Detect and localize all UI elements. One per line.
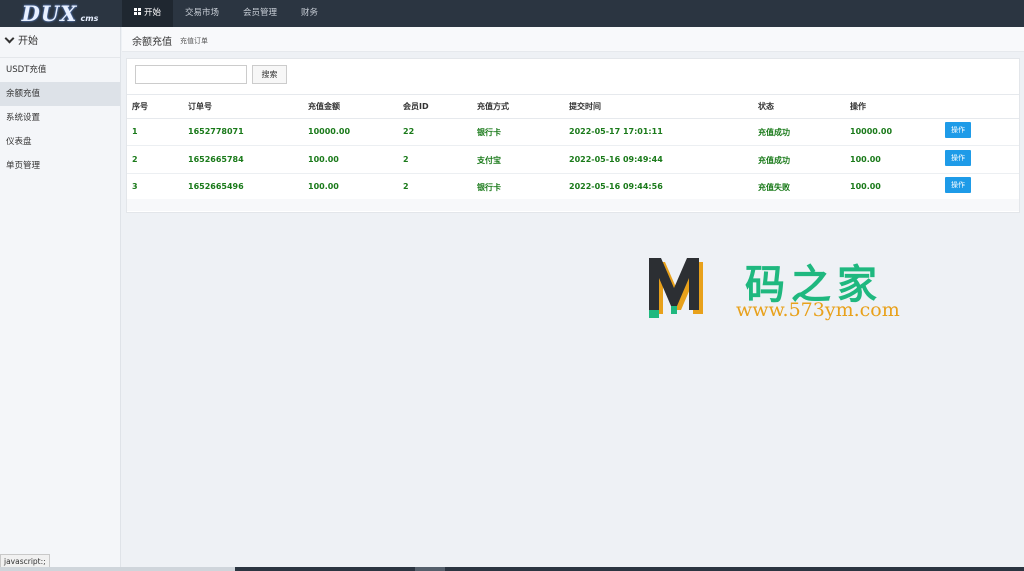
column-header: 充值金额 xyxy=(308,102,340,111)
sidebar-item-usdt-recharge[interactable]: USDT充值 xyxy=(0,58,120,82)
page-subtitle: 充值订单 xyxy=(180,37,208,45)
row-action-button[interactable]: 操作 xyxy=(945,177,971,193)
topnav-item-start[interactable]: 开始 xyxy=(122,0,174,27)
topnav-label: 财务 xyxy=(301,8,319,18)
search-input[interactable] xyxy=(135,65,247,84)
logo-main-text: DUX xyxy=(21,1,78,26)
cell-member-id: 2 xyxy=(403,182,409,191)
cell-order-no: 1652778071 xyxy=(188,127,244,136)
cell-status: 充值失败 xyxy=(758,183,790,192)
app-logo[interactable]: DUX cms xyxy=(0,0,120,27)
cell-member-id: 2 xyxy=(403,155,409,164)
cell-amount: 100.00 xyxy=(308,155,339,164)
topnav-item-market[interactable]: 交易市场 xyxy=(173,0,231,27)
bottom-taskbar xyxy=(0,567,1024,571)
sidebar-item-dashboard[interactable]: 仪表盘 xyxy=(0,130,120,154)
sidebar: 开始 USDT充值 余额充值 系统设置 仪表盘 单页管理 xyxy=(0,27,121,567)
column-header: 提交时间 xyxy=(569,102,601,111)
cell-status: 充值成功 xyxy=(758,156,790,165)
cell-method: 银行卡 xyxy=(477,128,501,137)
cell-status: 充值成功 xyxy=(758,128,790,137)
sidebar-item-settings[interactable]: 系统设置 xyxy=(0,106,120,130)
topnav-item-members[interactable]: 会员管理 xyxy=(231,0,289,27)
sidebar-item-label: 仪表盘 xyxy=(6,137,32,147)
cell-time: 2022-05-17 17:01:11 xyxy=(569,127,663,136)
cell-amount: 10000.00 xyxy=(308,127,351,136)
topnav-label: 交易市场 xyxy=(185,8,220,18)
column-header: 操作 xyxy=(850,102,866,111)
top-bar: DUX cms 开始 交易市场 会员管理 财务 xyxy=(0,0,1024,27)
sidebar-item-label: 余额充值 xyxy=(6,89,41,99)
cell-order-no: 1652665496 xyxy=(188,182,244,191)
sidebar-item-label: 单页管理 xyxy=(6,161,41,171)
cell-order-no: 1652665784 xyxy=(188,155,244,164)
cell-op-amount: 100.00 xyxy=(850,182,881,191)
taskbar-segment xyxy=(0,567,235,571)
column-header: 订单号 xyxy=(188,102,212,111)
sidebar-group-header[interactable]: 开始 xyxy=(0,27,120,58)
sidebar-item-label: USDT充值 xyxy=(6,65,47,75)
sidebar-item-label: 系统设置 xyxy=(6,113,41,123)
topnav-label: 开始 xyxy=(144,8,162,18)
page-title: 余额充值 xyxy=(132,37,172,48)
column-header: 序号 xyxy=(132,102,148,111)
table-footer xyxy=(127,199,1019,211)
row-action-button[interactable]: 操作 xyxy=(945,122,971,138)
cell-op-amount: 100.00 xyxy=(850,155,881,164)
logo-sub-text: cms xyxy=(80,13,99,23)
topnav-item-finance[interactable]: 财务 xyxy=(289,0,330,27)
sidebar-header-label: 开始 xyxy=(18,36,38,47)
cell-member-id: 22 xyxy=(403,127,415,136)
watermark-m-logo-icon xyxy=(649,258,703,318)
orders-panel: 搜索 序号 订单号 充值金额 会员ID 充值方式 提交时间 状态 操作 1 16… xyxy=(126,58,1020,213)
cell-amount: 100.00 xyxy=(308,182,339,191)
taskbar-segment xyxy=(415,567,445,571)
chevron-down-icon xyxy=(4,33,15,44)
cell-index: 1 xyxy=(132,127,138,136)
breadcrumb: 余额充值 充值订单 xyxy=(122,27,1024,52)
cell-method: 支付宝 xyxy=(477,156,501,165)
top-nav: 开始 交易市场 会员管理 财务 xyxy=(122,0,330,27)
table-header: 序号 订单号 充值金额 会员ID 充值方式 提交时间 状态 操作 xyxy=(127,94,1019,119)
cell-method: 银行卡 xyxy=(477,183,501,192)
cell-time: 2022-05-16 09:49:44 xyxy=(569,155,663,164)
table-row: 3 1652665496 100.00 2 银行卡 2022-05-16 09:… xyxy=(127,173,1019,201)
row-action-button[interactable]: 操作 xyxy=(945,150,971,166)
cell-time: 2022-05-16 09:44:56 xyxy=(569,182,663,191)
sidebar-item-pages[interactable]: 单页管理 xyxy=(0,154,120,178)
cell-index: 2 xyxy=(132,155,138,164)
sidebar-item-balance-recharge[interactable]: 余额充值 xyxy=(0,82,120,106)
column-header: 会员ID xyxy=(403,102,429,111)
table-row: 1 1652778071 10000.00 22 银行卡 2022-05-17 … xyxy=(127,118,1019,146)
watermark-url-text: www.573ym.com xyxy=(736,299,900,321)
table-row: 2 1652665784 100.00 2 支付宝 2022-05-16 09:… xyxy=(127,146,1019,174)
column-header: 状态 xyxy=(758,102,774,111)
topnav-label: 会员管理 xyxy=(243,8,278,18)
cell-op-amount: 10000.00 xyxy=(850,127,893,136)
windows-icon xyxy=(134,8,141,15)
column-header: 充值方式 xyxy=(477,102,509,111)
search-button[interactable]: 搜索 xyxy=(252,65,287,84)
cell-index: 3 xyxy=(132,182,138,191)
